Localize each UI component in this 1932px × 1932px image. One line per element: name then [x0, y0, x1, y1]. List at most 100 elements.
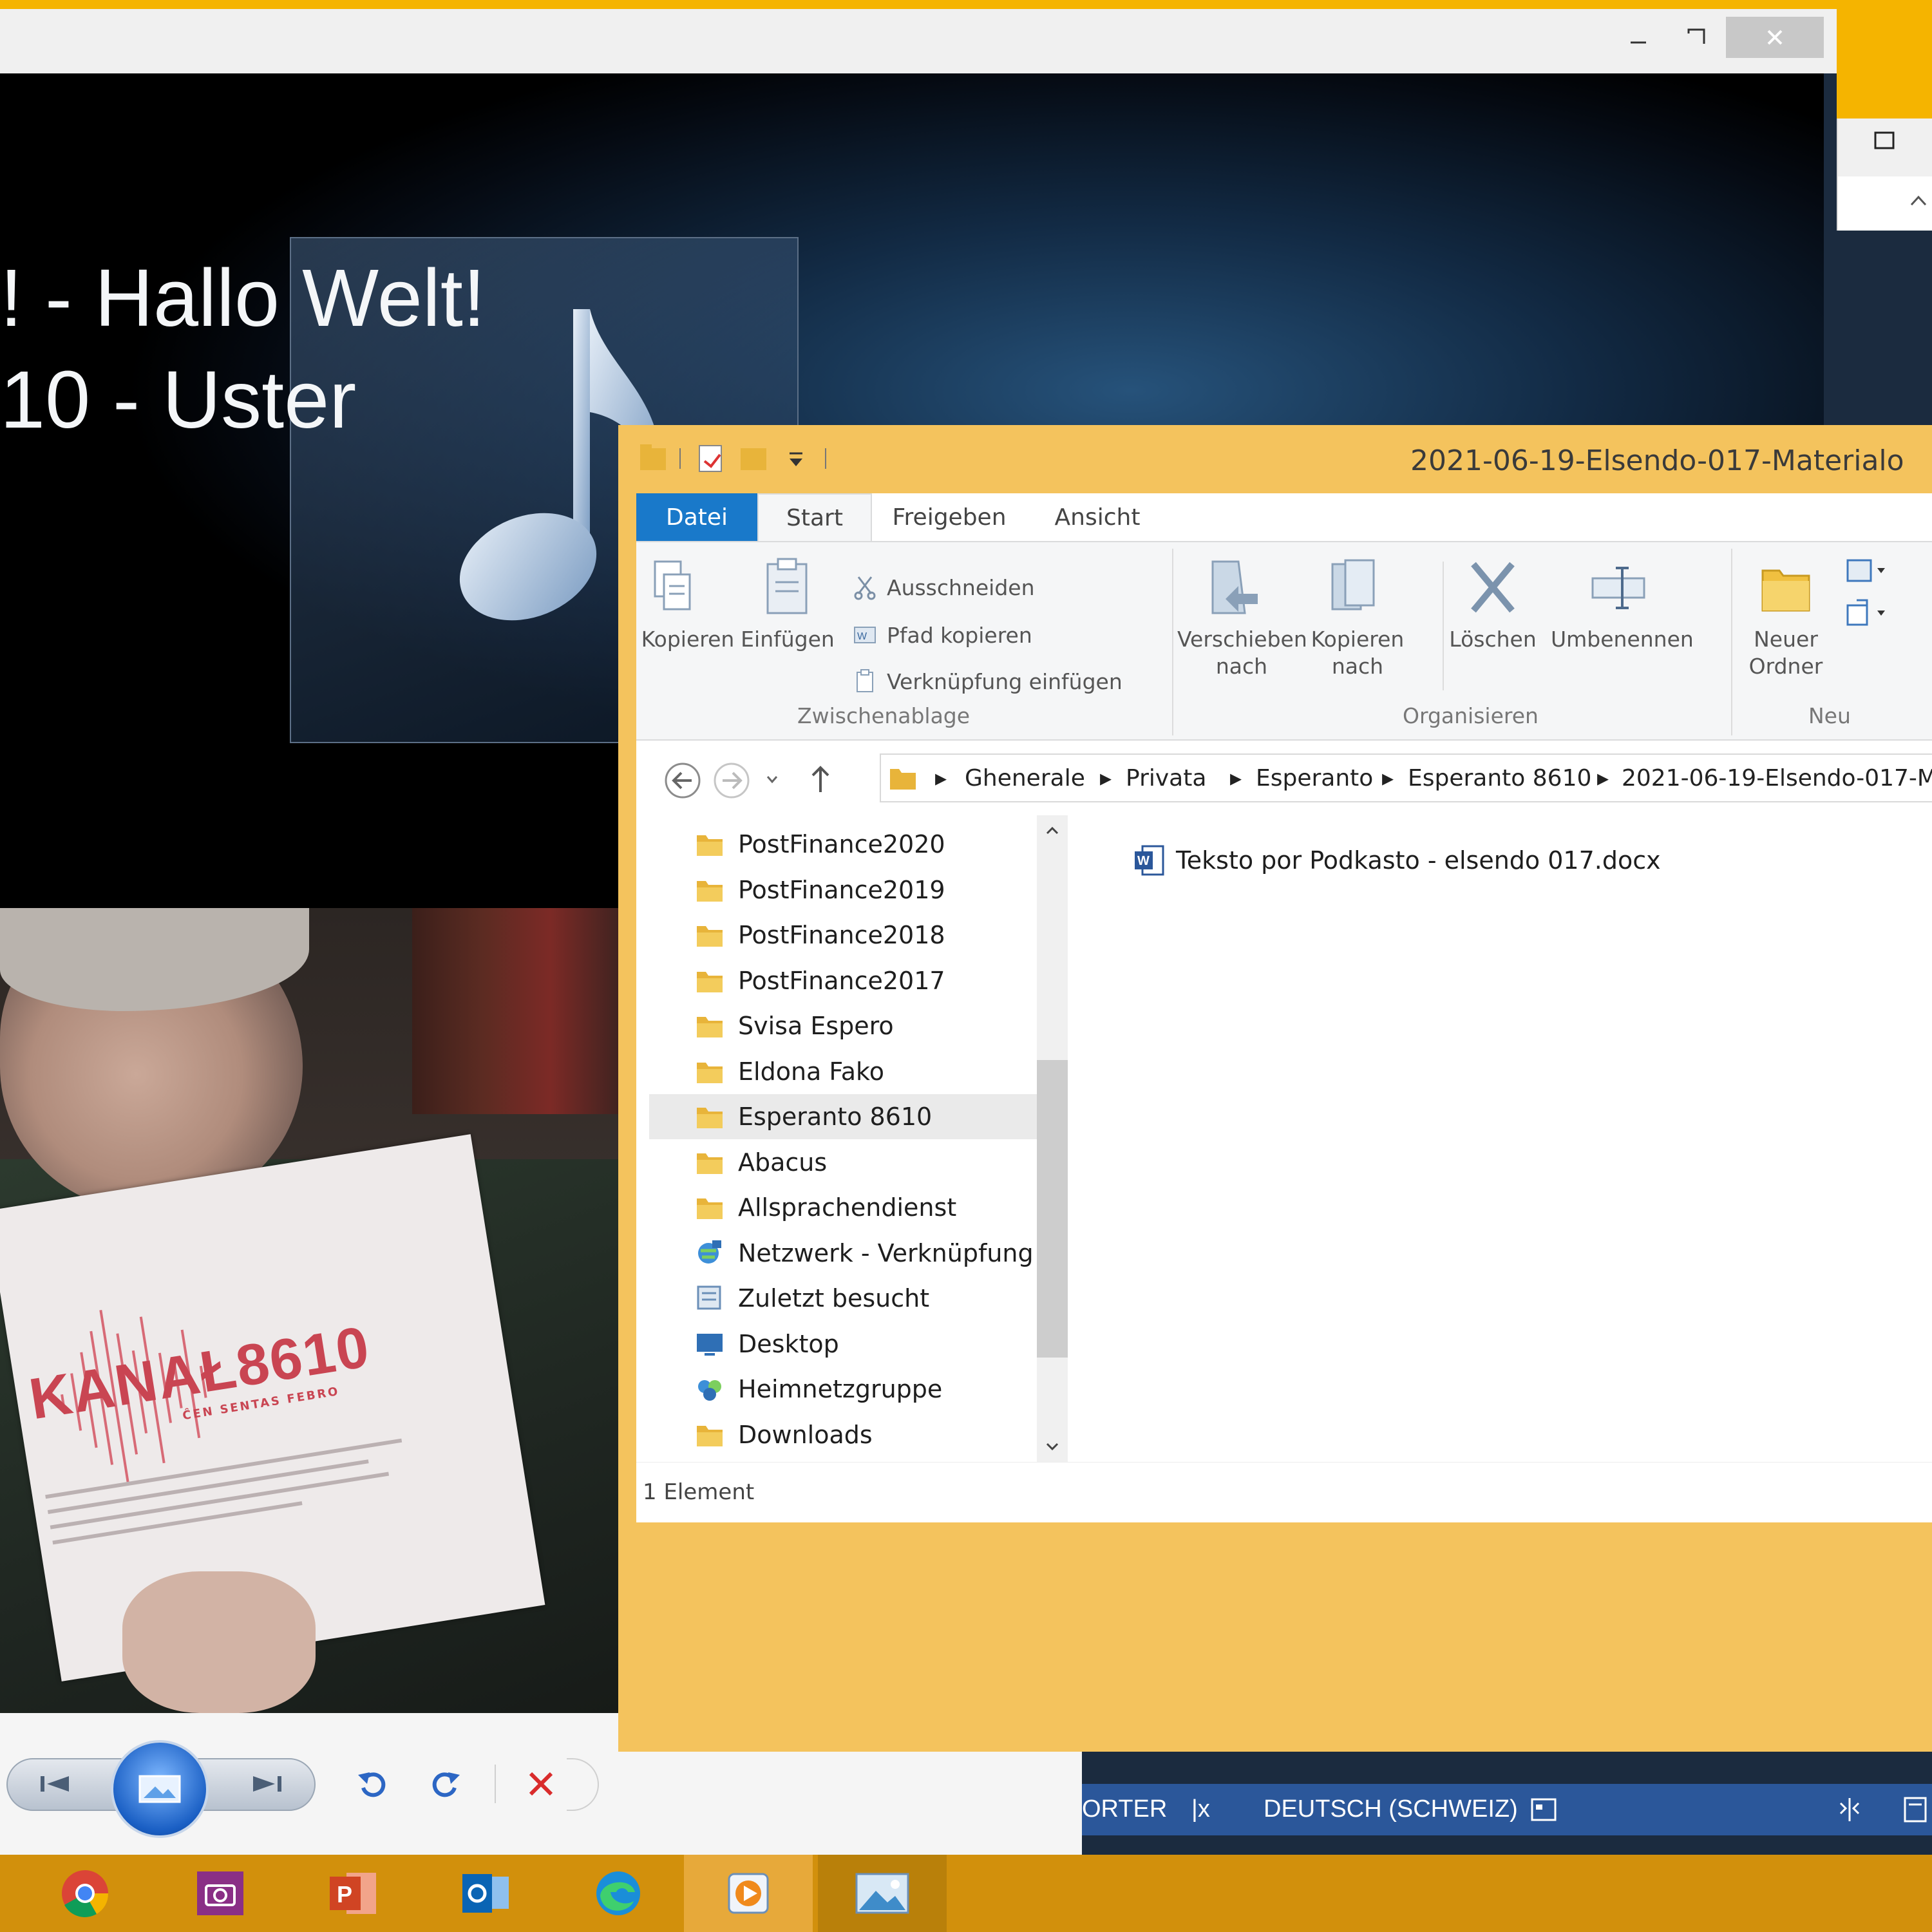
breadcrumb-privata[interactable]: Privata	[1126, 765, 1206, 791]
breadcrumb-esperanto-8610[interactable]: Esperanto 8610	[1408, 765, 1591, 791]
folder-icon	[640, 444, 666, 470]
rotate-right-button[interactable]	[419, 1758, 470, 1810]
delete-button[interactable]	[515, 1758, 567, 1810]
forward-arrow-icon[interactable]	[711, 760, 752, 801]
tab-datei[interactable]: Datei	[636, 493, 757, 541]
file-list[interactable]: W Teksto por Podkasto - elsendo 017.docx	[1094, 815, 1932, 1462]
breadcrumb-current-folder[interactable]: 2021-06-19-Elsendo-017-M	[1622, 765, 1932, 791]
tree-item[interactable]: PostFinance2018	[649, 913, 1048, 958]
viewer-titlebar[interactable]	[0, 9, 1837, 73]
tree-item[interactable]: Esperanto 8610	[649, 1094, 1048, 1139]
tree-item[interactable]: Eldona Fako	[649, 1049, 1048, 1094]
layout-icon[interactable]	[1530, 1795, 1558, 1824]
move-to-label[interactable]: Verschieben nach	[1177, 626, 1307, 680]
video-person-hand	[122, 1571, 316, 1713]
background-window-titlebar[interactable]	[1837, 118, 1932, 176]
copy-to-label[interactable]: Kopieren nach	[1306, 626, 1409, 680]
previous-button[interactable]	[26, 1765, 90, 1803]
tab-freigeben[interactable]: Freigeben	[872, 493, 1027, 541]
slideshow-button[interactable]	[111, 1740, 209, 1838]
taskbar-edge[interactable]	[585, 1855, 652, 1932]
taskbar-camera[interactable]	[187, 1855, 254, 1932]
cut-button[interactable]: Ausschneiden	[852, 574, 1035, 600]
tree-item[interactable]: Kunlaborantoj	[649, 1457, 1048, 1462]
scroll-down-icon[interactable]	[1042, 1436, 1063, 1457]
rename-label[interactable]: Umbenennen	[1551, 626, 1694, 653]
ribbon-tabs: Datei Start Freigeben Ansicht	[636, 493, 1932, 541]
tab-start[interactable]: Start	[757, 493, 872, 541]
address-bar[interactable]: ▸ Ghenerale ▸ Privata ▸ Esperanto ▸ Espe…	[880, 753, 1932, 802]
copy-path-button[interactable]: W Pfad kopieren	[852, 622, 1032, 648]
minimize-icon	[1631, 41, 1646, 44]
tab-ansicht[interactable]: Ansicht	[1027, 493, 1168, 541]
tree-item-label: Esperanto 8610	[738, 1103, 933, 1131]
ribbon-start: Kopieren Einfügen Ausschneiden W Pfad ko…	[636, 541, 1932, 741]
breadcrumb-esperanto[interactable]: Esperanto	[1256, 765, 1373, 791]
word-status-track[interactable]: ORTER	[1082, 1795, 1167, 1823]
scroll-up-icon[interactable]	[1042, 820, 1063, 841]
tree-item[interactable]: Svisa Espero	[649, 1003, 1048, 1048]
copy-label[interactable]: Kopieren	[636, 626, 739, 653]
rotate-left-button[interactable]	[348, 1758, 399, 1810]
maximize-button[interactable]	[1668, 17, 1725, 58]
word-status-bar: ORTER |x DEUTSCH (SCHWEIZ)	[1082, 1784, 1932, 1835]
network-icon	[698, 1240, 721, 1264]
navigation-scrollbar-thumb[interactable]	[1037, 1060, 1068, 1358]
copy-to-button[interactable]	[1319, 555, 1390, 626]
tree-item[interactable]: Zuletzt besucht	[649, 1276, 1048, 1321]
breadcrumb-separator: ▸	[1230, 765, 1242, 791]
tree-item-label: Heimnetzgruppe	[738, 1375, 943, 1403]
new-folder-label[interactable]: Neuer Ordner	[1741, 626, 1831, 680]
tree-item-label: PostFinance2017	[738, 966, 945, 995]
tree-item[interactable]: PostFinance2017	[649, 958, 1048, 1003]
back-arrow-icon[interactable]	[662, 760, 703, 801]
easy-access-button[interactable]	[1841, 598, 1892, 636]
tree-item[interactable]: PostFinance2020	[649, 822, 1048, 867]
tree-item[interactable]: Abacus	[649, 1140, 1048, 1185]
next-button[interactable]	[232, 1765, 296, 1803]
focus-mode-icon[interactable]	[1835, 1795, 1864, 1824]
photo-viewer-icon	[855, 1873, 909, 1914]
paste-button[interactable]	[749, 555, 826, 626]
taskbar-outlook[interactable]	[452, 1855, 519, 1932]
move-to-button[interactable]	[1197, 555, 1267, 626]
word-status-language[interactable]: DEUTSCH (SCHWEIZ)	[1264, 1795, 1518, 1823]
tree-item[interactable]: PostFinance2019	[649, 867, 1048, 913]
print-layout-icon[interactable]	[1900, 1795, 1928, 1824]
taskbar-media-player[interactable]	[684, 1855, 813, 1932]
breadcrumb-ghenerale[interactable]: Ghenerale	[965, 765, 1085, 791]
up-arrow-icon[interactable]	[805, 761, 836, 797]
tree-item[interactable]: Netzwerk - Verknüpfung	[649, 1231, 1048, 1276]
background-window[interactable]	[1837, 9, 1932, 118]
taskbar-powerpoint[interactable]: P	[319, 1855, 386, 1932]
new-item-button[interactable]	[1841, 555, 1892, 594]
recent-locations-chevron-icon[interactable]	[762, 770, 782, 790]
copy-button[interactable]	[643, 555, 701, 626]
tree-item[interactable]: Heimnetzgruppe	[649, 1367, 1048, 1412]
word-status-macro[interactable]: |x	[1191, 1795, 1210, 1823]
file-item[interactable]: W Teksto por Podkasto - elsendo 017.docx	[1132, 844, 1661, 877]
paste-shortcut-button[interactable]: Verknüpfung einfügen	[852, 668, 1122, 694]
explorer-status-bar: 1 Element	[636, 1462, 1932, 1522]
tree-item[interactable]: Allsprachendienst	[649, 1185, 1048, 1230]
minimize-button[interactable]	[1610, 17, 1667, 58]
taskbar-photo-viewer[interactable]	[818, 1855, 947, 1932]
maximize-icon[interactable]	[1871, 128, 1897, 153]
rename-button[interactable]	[1583, 555, 1654, 626]
copy-icon	[654, 560, 691, 611]
close-button[interactable]	[1726, 17, 1824, 58]
chevron-up-icon[interactable]	[1909, 192, 1928, 211]
properties-icon	[699, 445, 722, 472]
paste-label[interactable]: Einfügen	[736, 626, 839, 653]
new-folder-button[interactable]	[1750, 555, 1821, 626]
delete-file-button[interactable]	[1454, 555, 1531, 626]
taskbar-chrome[interactable]	[52, 1855, 118, 1932]
explorer-titlebar[interactable]: 2021-06-19-Elsendo-017-Materialo	[618, 425, 1932, 493]
folder-icon	[697, 1425, 723, 1446]
group-organize-label: Organisieren	[1403, 703, 1539, 728]
tree-item[interactable]: Downloads	[649, 1412, 1048, 1457]
chrome-icon	[62, 1870, 109, 1917]
folder-icon	[697, 880, 723, 902]
delete-file-label[interactable]: Löschen	[1441, 626, 1544, 653]
tree-item[interactable]: Desktop	[649, 1321, 1048, 1367]
